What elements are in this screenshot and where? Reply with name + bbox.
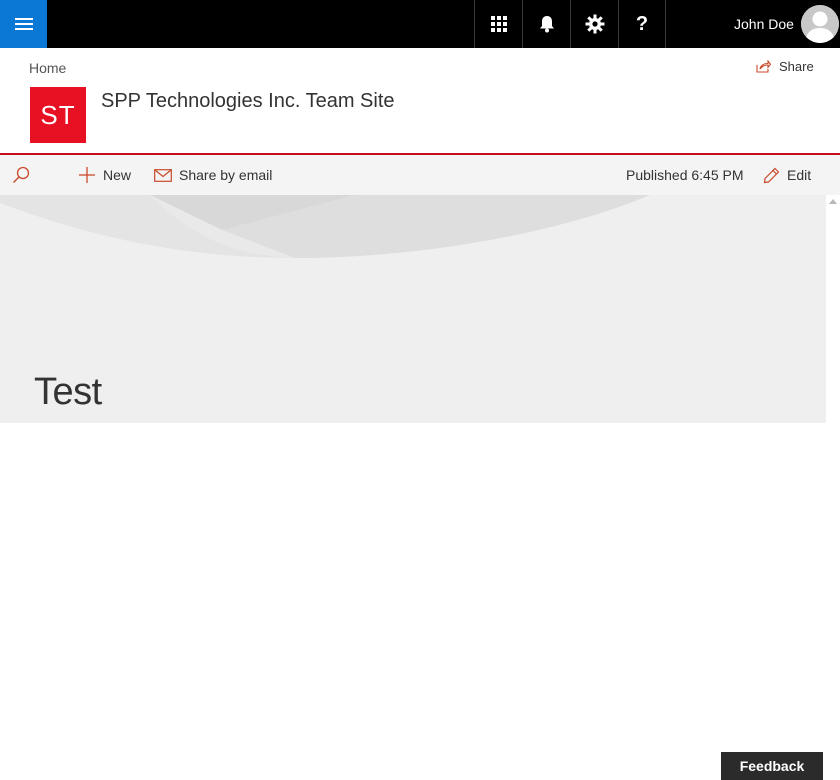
user-name[interactable]: John Doe [734, 15, 794, 33]
plus-icon [79, 167, 95, 183]
site-title[interactable]: SPP Technologies Inc. Team Site [101, 90, 395, 113]
suite-bar: ? John Doe [0, 0, 840, 48]
breadcrumb-home[interactable]: Home [29, 60, 66, 76]
edit-label: Edit [787, 167, 812, 183]
avatar[interactable] [801, 5, 839, 43]
new-button[interactable]: New [78, 155, 131, 195]
published-label: Published 6:45 PM [626, 167, 744, 183]
command-bar: New Share by email Published 6:45 PM Edi… [0, 153, 840, 195]
new-label: New [103, 167, 132, 183]
edit-button[interactable]: Edit [763, 155, 811, 195]
settings-button[interactable] [570, 0, 618, 48]
app-launcher-button[interactable] [474, 0, 522, 48]
menu-button[interactable] [0, 0, 47, 48]
page-title: Test [34, 371, 102, 413]
feedback-button[interactable]: Feedback [721, 752, 823, 780]
help-button[interactable]: ? [618, 0, 666, 48]
title-region [0, 195, 826, 423]
share-button[interactable]: Share [756, 59, 814, 74]
search-icon [13, 166, 30, 183]
hero-background-pattern [0, 195, 650, 258]
share-by-email-label: Share by email [179, 167, 273, 183]
gear-icon [585, 14, 604, 34]
share-by-email-button[interactable]: Share by email [154, 155, 272, 195]
mail-icon [154, 168, 172, 182]
help-icon: ? [635, 12, 649, 35]
app-launcher-icon [490, 16, 507, 32]
bell-icon [539, 16, 554, 33]
suite-icons: ? [474, 0, 666, 48]
search-button[interactable] [11, 155, 31, 195]
pencil-icon [763, 167, 780, 183]
person-icon [801, 5, 839, 43]
share-icon [756, 60, 771, 73]
notifications-button[interactable] [522, 0, 570, 48]
hamburger-icon [14, 18, 33, 30]
scroll-up-arrow-icon[interactable] [829, 199, 837, 204]
site-logo[interactable]: ST [30, 87, 86, 143]
scrollbar[interactable] [826, 195, 840, 780]
share-label: Share [779, 59, 814, 74]
published-status: Published 6:45 PM [626, 155, 744, 195]
